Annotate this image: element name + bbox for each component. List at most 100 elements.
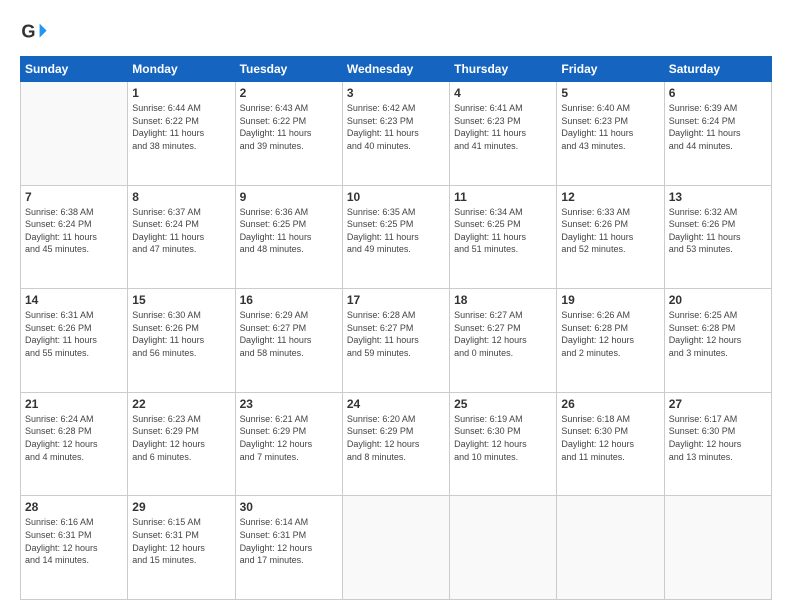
day-info: Sunrise: 6:31 AM Sunset: 6:26 PM Dayligh… — [25, 309, 123, 359]
day-number: 29 — [132, 500, 230, 514]
day-info: Sunrise: 6:29 AM Sunset: 6:27 PM Dayligh… — [240, 309, 338, 359]
calendar-cell: 1 Sunrise: 6:44 AM Sunset: 6:22 PM Daylig… — [128, 82, 235, 186]
day-number: 1 — [132, 86, 230, 100]
day-info: Sunrise: 6:28 AM Sunset: 6:27 PM Dayligh… — [347, 309, 445, 359]
calendar-week-row: 7 Sunrise: 6:38 AM Sunset: 6:24 PM Daylig… — [21, 185, 772, 289]
day-info: Sunrise: 6:25 AM Sunset: 6:28 PM Dayligh… — [669, 309, 767, 359]
day-number: 20 — [669, 293, 767, 307]
calendar-cell: 10Sunrise: 6:35 AM Sunset: 6:25 PM Dayli… — [342, 185, 449, 289]
calendar-cell: 7 Sunrise: 6:38 AM Sunset: 6:24 PM Daylig… — [21, 185, 128, 289]
calendar-cell — [557, 496, 664, 600]
day-info: Sunrise: 6:40 AM Sunset: 6:23 PM Dayligh… — [561, 102, 659, 152]
day-info: Sunrise: 6:36 AM Sunset: 6:25 PM Dayligh… — [240, 206, 338, 256]
column-header-sunday: Sunday — [21, 57, 128, 82]
day-number: 24 — [347, 397, 445, 411]
calendar-cell — [21, 82, 128, 186]
column-header-wednesday: Wednesday — [342, 57, 449, 82]
column-header-tuesday: Tuesday — [235, 57, 342, 82]
calendar-cell: 25 Sunrise: 6:19 AM Sunset: 6:30 PM Dayli… — [450, 392, 557, 496]
day-number: 4 — [454, 86, 552, 100]
day-number: 9 — [240, 190, 338, 204]
calendar-cell: 17 Sunrise: 6:28 AM Sunset: 6:27 PM Dayli… — [342, 289, 449, 393]
day-info: Sunrise: 6:18 AM Sunset: 6:30 PM Dayligh… — [561, 413, 659, 463]
day-info: Sunrise: 6:34 AM Sunset: 6:25 PM Dayligh… — [454, 206, 552, 256]
calendar-cell — [342, 496, 449, 600]
day-number: 14 — [25, 293, 123, 307]
header: G — [20, 18, 772, 46]
day-number: 19 — [561, 293, 659, 307]
day-info: Sunrise: 6:44 AM Sunset: 6:22 PM Dayligh… — [132, 102, 230, 152]
logo-icon: G — [20, 18, 48, 46]
day-info: Sunrise: 6:19 AM Sunset: 6:30 PM Dayligh… — [454, 413, 552, 463]
calendar-cell — [450, 496, 557, 600]
logo: G — [20, 18, 52, 46]
calendar-week-row: 28 Sunrise: 6:16 AM Sunset: 6:31 PM Dayli… — [21, 496, 772, 600]
calendar-cell: 20 Sunrise: 6:25 AM Sunset: 6:28 PM Dayli… — [664, 289, 771, 393]
calendar-cell: 12Sunrise: 6:33 AM Sunset: 6:26 PM Dayli… — [557, 185, 664, 289]
day-number: 16 — [240, 293, 338, 307]
calendar-cell: 15 Sunrise: 6:30 AM Sunset: 6:26 PM Dayli… — [128, 289, 235, 393]
day-number: 22 — [132, 397, 230, 411]
calendar-cell: 26 Sunrise: 6:18 AM Sunset: 6:30 PM Dayli… — [557, 392, 664, 496]
day-number: 30 — [240, 500, 338, 514]
day-info: Sunrise: 6:23 AM Sunset: 6:29 PM Dayligh… — [132, 413, 230, 463]
day-number: 13 — [669, 190, 767, 204]
day-number: 3 — [347, 86, 445, 100]
day-number: 7 — [25, 190, 123, 204]
day-number: 28 — [25, 500, 123, 514]
column-header-thursday: Thursday — [450, 57, 557, 82]
svg-text:G: G — [21, 22, 35, 42]
day-number: 2 — [240, 86, 338, 100]
day-info: Sunrise: 6:38 AM Sunset: 6:24 PM Dayligh… — [25, 206, 123, 256]
calendar-cell: 5 Sunrise: 6:40 AM Sunset: 6:23 PM Daylig… — [557, 82, 664, 186]
calendar-cell: 23 Sunrise: 6:21 AM Sunset: 6:29 PM Dayli… — [235, 392, 342, 496]
calendar-cell: 3Sunrise: 6:42 AM Sunset: 6:23 PM Daylig… — [342, 82, 449, 186]
calendar-cell: 16 Sunrise: 6:29 AM Sunset: 6:27 PM Dayli… — [235, 289, 342, 393]
day-info: Sunrise: 6:27 AM Sunset: 6:27 PM Dayligh… — [454, 309, 552, 359]
day-number: 26 — [561, 397, 659, 411]
day-number: 8 — [132, 190, 230, 204]
day-info: Sunrise: 6:24 AM Sunset: 6:28 PM Dayligh… — [25, 413, 123, 463]
day-number: 11 — [454, 190, 552, 204]
calendar-cell: 27Sunrise: 6:17 AM Sunset: 6:30 PM Dayli… — [664, 392, 771, 496]
day-number: 23 — [240, 397, 338, 411]
calendar-header-row: SundayMondayTuesdayWednesdayThursdayFrid… — [21, 57, 772, 82]
day-info: Sunrise: 6:39 AM Sunset: 6:24 PM Dayligh… — [669, 102, 767, 152]
calendar-cell: 9 Sunrise: 6:36 AM Sunset: 6:25 PM Daylig… — [235, 185, 342, 289]
day-info: Sunrise: 6:26 AM Sunset: 6:28 PM Dayligh… — [561, 309, 659, 359]
day-info: Sunrise: 6:37 AM Sunset: 6:24 PM Dayligh… — [132, 206, 230, 256]
calendar-cell: 21 Sunrise: 6:24 AM Sunset: 6:28 PM Dayli… — [21, 392, 128, 496]
calendar-cell: 24Sunrise: 6:20 AM Sunset: 6:29 PM Dayli… — [342, 392, 449, 496]
calendar-cell: 11 Sunrise: 6:34 AM Sunset: 6:25 PM Dayli… — [450, 185, 557, 289]
calendar-week-row: 21 Sunrise: 6:24 AM Sunset: 6:28 PM Dayli… — [21, 392, 772, 496]
day-info: Sunrise: 6:21 AM Sunset: 6:29 PM Dayligh… — [240, 413, 338, 463]
day-info: Sunrise: 6:41 AM Sunset: 6:23 PM Dayligh… — [454, 102, 552, 152]
calendar-cell: 30 Sunrise: 6:14 AM Sunset: 6:31 PM Dayli… — [235, 496, 342, 600]
day-info: Sunrise: 6:15 AM Sunset: 6:31 PM Dayligh… — [132, 516, 230, 566]
day-number: 25 — [454, 397, 552, 411]
column-header-saturday: Saturday — [664, 57, 771, 82]
day-info: Sunrise: 6:17 AM Sunset: 6:30 PM Dayligh… — [669, 413, 767, 463]
calendar-table: SundayMondayTuesdayWednesdayThursdayFrid… — [20, 56, 772, 600]
calendar-cell — [664, 496, 771, 600]
calendar-cell: 2 Sunrise: 6:43 AM Sunset: 6:22 PM Daylig… — [235, 82, 342, 186]
day-info: Sunrise: 6:30 AM Sunset: 6:26 PM Dayligh… — [132, 309, 230, 359]
calendar-cell: 19 Sunrise: 6:26 AM Sunset: 6:28 PM Dayli… — [557, 289, 664, 393]
day-number: 15 — [132, 293, 230, 307]
calendar-cell: 8 Sunrise: 6:37 AM Sunset: 6:24 PM Daylig… — [128, 185, 235, 289]
day-number: 5 — [561, 86, 659, 100]
calendar-cell: 18Sunrise: 6:27 AM Sunset: 6:27 PM Dayli… — [450, 289, 557, 393]
day-info: Sunrise: 6:33 AM Sunset: 6:26 PM Dayligh… — [561, 206, 659, 256]
calendar-cell: 22 Sunrise: 6:23 AM Sunset: 6:29 PM Dayli… — [128, 392, 235, 496]
column-header-monday: Monday — [128, 57, 235, 82]
calendar-week-row: 1 Sunrise: 6:44 AM Sunset: 6:22 PM Daylig… — [21, 82, 772, 186]
day-info: Sunrise: 6:14 AM Sunset: 6:31 PM Dayligh… — [240, 516, 338, 566]
day-number: 21 — [25, 397, 123, 411]
calendar-cell: 13 Sunrise: 6:32 AM Sunset: 6:26 PM Dayli… — [664, 185, 771, 289]
day-info: Sunrise: 6:43 AM Sunset: 6:22 PM Dayligh… — [240, 102, 338, 152]
day-info: Sunrise: 6:16 AM Sunset: 6:31 PM Dayligh… — [25, 516, 123, 566]
day-number: 6 — [669, 86, 767, 100]
column-header-friday: Friday — [557, 57, 664, 82]
day-info: Sunrise: 6:32 AM Sunset: 6:26 PM Dayligh… — [669, 206, 767, 256]
day-number: 17 — [347, 293, 445, 307]
